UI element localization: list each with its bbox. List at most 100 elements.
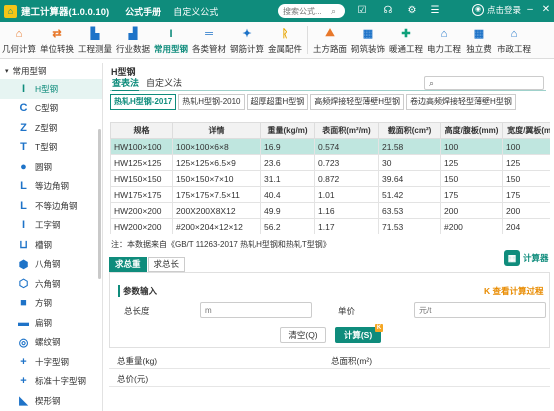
sidebar-item-0[interactable]: I H型钢: [0, 79, 102, 99]
sidebar-item-6[interactable]: L 不等边角钢: [0, 196, 102, 216]
sub-tab-3[interactable]: 高频焊接轻型薄壁H型钢: [310, 94, 405, 110]
tab-formula-manual[interactable]: 公式手册: [121, 5, 165, 18]
unit-convert-icon: ⇄: [52, 28, 62, 40]
toolbar-item-6[interactable]: ✦ 钢筋计算: [228, 23, 266, 58]
total-length-input[interactable]: [200, 302, 312, 318]
toolbar-item-5[interactable]: ═ 各类管材: [190, 23, 228, 58]
toolbar-item-10[interactable]: ✚ 暖通工程: [387, 23, 425, 58]
table-cell: 1.01: [314, 186, 379, 203]
sidebar-item-9[interactable]: ⬢ 八角钢: [0, 255, 102, 275]
toolbar-item-label: 几何计算: [1, 44, 36, 54]
column-header[interactable]: 规格: [110, 122, 173, 139]
process-icon: K: [484, 286, 491, 296]
table-row[interactable]: HW200×200 200X200X8X12 49.9 1.16 63.53 200 200: [110, 202, 550, 219]
sidebar: ▾ 常用型钢 I H型钢 C C型钢 Z Z型钢 T T型钢 ● 圆钢 L 等边角钢 L 不等边角钢 I 工字…: [0, 63, 103, 411]
sidebar-item-1[interactable]: C C型钢: [0, 99, 102, 119]
table-row[interactable]: HW100×100 100×100×6×8 16.9 0.574 21.58 100 100: [110, 138, 550, 155]
view-process-link[interactable]: K 查看计算过程: [484, 285, 544, 297]
sub-tab-2[interactable]: 超厚超重H型钢: [246, 94, 309, 110]
toolbar-item-2[interactable]: ▙ 工程测量: [76, 23, 114, 58]
login-button[interactable]: ◉ 点击登录: [472, 4, 521, 16]
table-row[interactable]: HW150×150 150×150×7×10 31.1 0.872 39.64 150 15…: [110, 170, 550, 187]
calculate-button[interactable]: 计算(S) K: [335, 324, 383, 343]
steel-shape-icon: ⬢: [18, 258, 29, 271]
feedback-icon[interactable]: ☑: [355, 4, 369, 18]
table-cell: HW125×125: [110, 154, 173, 171]
column-header[interactable]: 截面积(cm²): [378, 122, 441, 139]
sidebar-item-15[interactable]: + 标准十字型钢: [0, 372, 102, 392]
sidebar-item-11[interactable]: ■ 方钢: [0, 294, 102, 314]
toolbar-item-13[interactable]: ⌂ 市政工程: [495, 23, 533, 58]
sub-tab-4[interactable]: 卷边高频焊接轻型薄壁H型钢: [406, 94, 516, 110]
toolbar-item-label: 单位转换: [39, 44, 74, 54]
calculator-button[interactable]: ▦ 计算器: [504, 250, 549, 266]
table-cell: 30: [378, 154, 441, 171]
sidebar-group-header[interactable]: ▾ 常用型钢: [0, 63, 102, 79]
calculate-label: 计算(S): [343, 330, 373, 340]
menu-icon[interactable]: ☰: [428, 4, 442, 18]
table-cell: 175: [440, 186, 503, 203]
table-filter-input[interactable]: ⌕: [424, 76, 544, 90]
toolbar-item-9[interactable]: ▦ 砌筑装饰: [349, 23, 387, 58]
section-table: 规格 详情 重量(kg/m) 表面积(m²/m) 截面积(cm²) 高度/腹板(mm) 宽度…: [110, 122, 550, 234]
sidebar-item-10[interactable]: ⬡ 六角钢: [0, 274, 102, 294]
toolbar-item-label: 电力工程: [426, 44, 461, 54]
table-row[interactable]: HW175×175 175×175×7.5×11 40.4 1.01 51.42 175 1…: [110, 186, 550, 203]
search-icon[interactable]: ⌕: [331, 6, 336, 17]
settings-icon[interactable]: ⚙: [405, 4, 419, 18]
column-header[interactable]: 详情: [172, 122, 261, 139]
tab-lookup[interactable]: 查表法: [112, 76, 140, 91]
shortcut-badge-icon: K: [375, 324, 383, 332]
toolbar-item-label: 砌筑装饰: [350, 44, 385, 54]
close-icon[interactable]: ✕: [540, 3, 552, 17]
sidebar-item-14[interactable]: + 十字型钢: [0, 352, 102, 372]
sidebar-item-12[interactable]: ▬ 扁钢: [0, 313, 102, 333]
toolbar-item-8[interactable]: ⛰ 土方路面: [311, 23, 349, 58]
sub-tab-0[interactable]: 热轧H型钢-2017: [110, 94, 177, 110]
sidebar-item-5[interactable]: L 等边角钢: [0, 177, 102, 197]
toolbar-item-4[interactable]: I 常用型钢: [152, 23, 190, 58]
steel-shape-icon: L: [20, 180, 27, 193]
sidebar-item-label: C型钢: [35, 103, 59, 114]
table-cell: 200X200X8X12: [172, 202, 261, 219]
rebar-icon: ✦: [242, 28, 252, 40]
toolbar-item-11[interactable]: ⌂ 电力工程: [425, 23, 463, 58]
sidebar-item-7[interactable]: I 工字钢: [0, 216, 102, 236]
table-cell: 100: [502, 138, 550, 155]
sub-tab-1[interactable]: 热轧H型钢-2010: [178, 94, 245, 110]
toolbar-item-7[interactable]: ᚱ 金属配件: [266, 23, 304, 58]
tab-custom-formula[interactable]: 自定义公式: [169, 5, 222, 18]
app-title: 建工计算器(1.0.0.10): [21, 7, 110, 18]
column-header[interactable]: 高度/腹板(mm): [440, 122, 503, 139]
clear-button[interactable]: 清空(Q): [280, 327, 326, 343]
toolbar-item-1[interactable]: ⇄ 单位转换: [38, 23, 76, 58]
municipal-icon: ⌂: [510, 27, 518, 40]
formula-search[interactable]: ⌕: [278, 4, 345, 18]
sidebar-item-2[interactable]: Z Z型钢: [0, 118, 102, 138]
search-input[interactable]: [283, 6, 331, 16]
column-header[interactable]: 重量(kg/m): [260, 122, 315, 139]
unit-price-input[interactable]: [414, 302, 546, 318]
tab-custom[interactable]: 自定义法: [146, 76, 182, 89]
steel-shape-icon: ■: [20, 297, 27, 310]
column-header[interactable]: 表面积(m²/m): [314, 122, 379, 139]
tab-total-weight[interactable]: 求总重: [109, 257, 147, 272]
sidebar-item-13[interactable]: ◎ 螺纹钢: [0, 333, 102, 353]
toolbar-item-0[interactable]: ⌂ 几何计算: [0, 23, 38, 58]
minimize-icon[interactable]: –: [524, 3, 536, 17]
sidebar-scrollbar[interactable]: [98, 129, 101, 279]
support-icon[interactable]: ☊: [381, 4, 395, 18]
table-cell: HW175×175: [110, 186, 173, 203]
toolbar-item-12[interactable]: ▦ 独立费: [463, 23, 495, 58]
table-row[interactable]: HW125×125 125×125×6.5×9 23.6 0.723 30 125 125: [110, 154, 550, 171]
column-header[interactable]: 宽度/翼板(mm): [502, 122, 550, 139]
sidebar-item-3[interactable]: T T型钢: [0, 138, 102, 158]
sidebar-item-16[interactable]: ◣ 楔形钢: [0, 391, 102, 411]
toolbar-item-3[interactable]: ▟ 行业数据: [114, 23, 152, 58]
table-cell: 125: [502, 154, 550, 171]
sidebar-item-4[interactable]: ● 圆钢: [0, 157, 102, 177]
tab-total-length[interactable]: 求总长: [147, 257, 186, 272]
table-row[interactable]: HW200×200 #200×204×12×12 56.2 1.17 71.53 #200…: [110, 218, 550, 234]
sidebar-item-label: Z型钢: [35, 122, 58, 133]
sidebar-item-8[interactable]: ⊔ 槽钢: [0, 235, 102, 255]
